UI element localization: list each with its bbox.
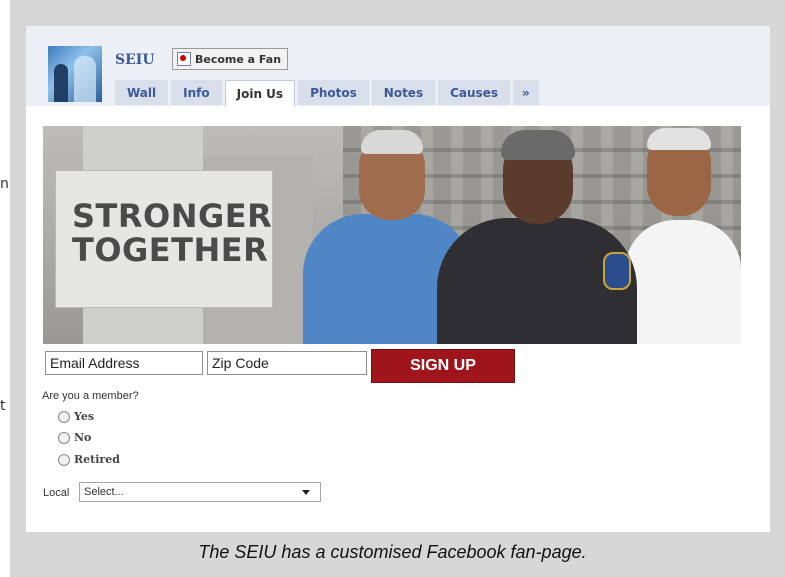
uniform-patch xyxy=(603,252,631,290)
tab-wall[interactable]: Wall xyxy=(115,80,169,105)
left-page-edge: n t xyxy=(0,0,10,577)
radio-option-no[interactable]: No xyxy=(58,431,91,444)
radio-option-yes[interactable]: Yes xyxy=(58,410,94,423)
radio-option-retired[interactable]: Retired xyxy=(58,453,120,466)
radio-label: No xyxy=(74,431,92,444)
page-title[interactable]: SEIU xyxy=(115,52,155,68)
email-field[interactable]: Email Address xyxy=(45,351,203,375)
image-caption: The SEIU has a customised Facebook fan-p… xyxy=(198,542,587,562)
page-tabs: Wall Info Join Us Photos Notes Causes » xyxy=(115,80,539,107)
profile-picture[interactable] xyxy=(48,46,102,102)
tab-notes[interactable]: Notes xyxy=(371,80,436,105)
local-select[interactable]: Select... xyxy=(79,482,321,502)
become-fan-button[interactable]: Become a Fan xyxy=(172,48,289,70)
become-fan-label: Become a Fan xyxy=(195,52,282,66)
radio-label: Retired xyxy=(74,453,120,466)
headline-line: TOGETHER xyxy=(72,231,269,269)
worker-photo-3-hair xyxy=(647,128,711,150)
chevron-down-icon xyxy=(302,489,310,495)
headline-box: STRONGER TOGETHER xyxy=(55,170,273,308)
sign-up-button[interactable]: SIGN UP xyxy=(371,349,515,383)
screenshot-frame: SEIU Become a Fan Wall Info Join Us Phot… xyxy=(26,26,770,532)
local-label: Local xyxy=(43,487,70,499)
worker-photo-2-hair xyxy=(501,130,575,160)
hero-banner: STRONGER TOGETHER xyxy=(43,126,741,344)
tab-causes[interactable]: Causes xyxy=(438,80,510,105)
zip-code-field[interactable]: Zip Code xyxy=(207,351,367,375)
banner-headline: STRONGER TOGETHER xyxy=(72,199,272,267)
radio-button[interactable] xyxy=(58,410,70,423)
left-edge-text: t xyxy=(0,398,6,414)
tab-join-us[interactable]: Join Us xyxy=(224,80,296,107)
radio-label: Yes xyxy=(74,410,95,423)
fan-icon xyxy=(177,52,191,66)
left-edge-text: n xyxy=(0,176,9,192)
local-selected-value: Select... xyxy=(84,486,124,498)
radio-button[interactable] xyxy=(58,431,70,444)
tab-more[interactable]: » xyxy=(512,80,539,105)
worker-photo-1-hair xyxy=(361,130,423,154)
radio-button[interactable] xyxy=(58,453,70,466)
tab-photos[interactable]: Photos xyxy=(298,80,369,105)
page-header: SEIU Become a Fan Wall Info Join Us Phot… xyxy=(26,26,770,107)
member-question: Are you a member? xyxy=(42,390,139,402)
headline-line: STRONGER xyxy=(72,197,273,235)
tab-info[interactable]: Info xyxy=(171,80,222,105)
worker-photo-3 xyxy=(625,220,741,344)
